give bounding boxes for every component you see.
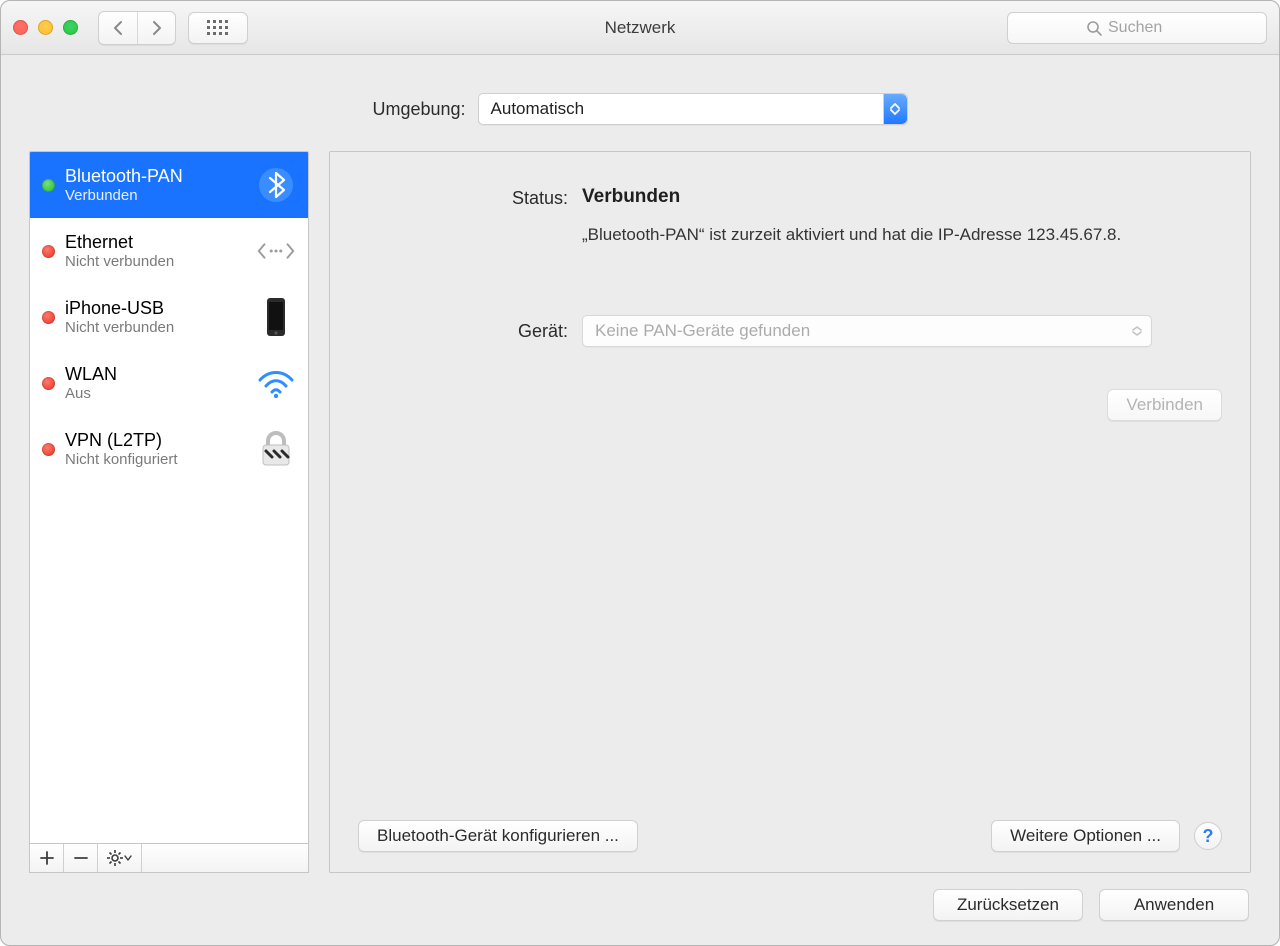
content-area: Umgebung: Automatisch Bluetooth-PAN V [1, 55, 1279, 945]
sidebar-item-text: iPhone-USB Nicht verbunden [65, 298, 244, 337]
minimize-button[interactable] [38, 20, 53, 35]
sidebar-item-ethernet[interactable]: Ethernet Nicht verbunden [30, 218, 308, 284]
help-button[interactable]: ? [1194, 822, 1222, 850]
sidebar-item-text: Ethernet Nicht verbunden [65, 232, 244, 271]
service-list: Bluetooth-PAN Verbunden [29, 151, 309, 843]
connect-row: Verbinden [358, 389, 1222, 421]
status-row: Status: Verbunden „Bluetooth-PAN“ ist zu… [358, 186, 1222, 247]
select-stepper-icon [1129, 316, 1145, 346]
titlebar: Netzwerk [1, 1, 1279, 55]
sidebar-footer [29, 843, 309, 873]
action-menu-button[interactable] [98, 844, 142, 872]
sidebar-item-vpn[interactable]: VPN (L2TP) Nicht konfiguriert [30, 416, 308, 482]
environment-select[interactable]: Automatisch [478, 93, 908, 125]
bluetooth-icon [254, 163, 298, 207]
status-dot-icon [42, 179, 55, 192]
sidebar-item-status: Aus [65, 385, 244, 403]
search-field[interactable] [1007, 12, 1267, 44]
sidebar-item-name: WLAN [65, 364, 244, 385]
sidebar-item-name: iPhone-USB [65, 298, 244, 319]
panes: Bluetooth-PAN Verbunden [29, 151, 1251, 873]
device-value: Keine PAN-Geräte gefunden [595, 321, 810, 341]
revert-button[interactable]: Zurücksetzen [933, 889, 1083, 921]
sidebar-item-name: Bluetooth-PAN [65, 166, 244, 187]
ethernet-icon [254, 229, 298, 273]
select-stepper-icon [883, 94, 907, 124]
close-button[interactable] [13, 20, 28, 35]
search-input[interactable] [1108, 19, 1188, 37]
sidebar-item-bluetooth-pan[interactable]: Bluetooth-PAN Verbunden [30, 152, 308, 218]
wifi-icon [254, 361, 298, 405]
sidebar-footer-spacer [142, 844, 308, 872]
sidebar-item-status: Nicht verbunden [65, 253, 244, 271]
device-row: Gerät: Keine PAN-Geräte gefunden [358, 315, 1222, 347]
add-service-button[interactable] [30, 844, 64, 872]
sidebar-item-status: Nicht verbunden [65, 319, 244, 337]
sidebar-item-status: Nicht konfiguriert [65, 451, 244, 469]
forward-button[interactable] [137, 12, 175, 44]
status-dot-icon [42, 245, 55, 258]
environment-label: Umgebung: [372, 99, 465, 120]
detail-panel: Status: Verbunden „Bluetooth-PAN“ ist zu… [329, 151, 1251, 873]
sidebar-item-name: VPN (L2TP) [65, 430, 244, 451]
help-icon: ? [1203, 826, 1214, 847]
sidebar-item-name: Ethernet [65, 232, 244, 253]
remove-service-button[interactable] [64, 844, 98, 872]
sidebar-item-text: WLAN Aus [65, 364, 244, 403]
status-dot-icon [42, 443, 55, 456]
minus-icon [74, 851, 88, 865]
device-label: Gerät: [358, 319, 568, 342]
status-description: „Bluetooth-PAN“ ist zurzeit aktiviert un… [582, 224, 1142, 247]
phone-icon [254, 295, 298, 339]
apply-button[interactable]: Anwenden [1099, 889, 1249, 921]
show-all-button[interactable] [188, 12, 248, 44]
configure-bluetooth-button[interactable]: Bluetooth-Gerät konfigurieren ... [358, 820, 638, 852]
environment-row: Umgebung: Automatisch [29, 93, 1251, 125]
sidebar-item-text: VPN (L2TP) Nicht konfiguriert [65, 430, 244, 469]
status-label: Status: [358, 186, 568, 247]
status-dot-icon [42, 377, 55, 390]
search-icon [1086, 20, 1102, 36]
status-dot-icon [42, 311, 55, 324]
grid-icon [207, 20, 229, 36]
plus-icon [40, 851, 54, 865]
gear-icon [107, 850, 123, 866]
chevron-right-icon [151, 20, 163, 36]
window-controls [13, 20, 86, 35]
sidebar-column: Bluetooth-PAN Verbunden [29, 151, 309, 873]
status-value: Verbunden [582, 186, 1222, 208]
chevron-left-icon [112, 20, 124, 36]
lock-icon [254, 427, 298, 471]
back-button[interactable] [99, 12, 137, 44]
chevron-down-icon [124, 855, 132, 861]
device-select[interactable]: Keine PAN-Geräte gefunden [582, 315, 1152, 347]
window-footer-buttons: Zurücksetzen Anwenden [29, 873, 1251, 925]
zoom-button[interactable] [63, 20, 78, 35]
sidebar-item-status: Verbunden [65, 187, 244, 205]
sidebar-item-text: Bluetooth-PAN Verbunden [65, 166, 244, 205]
sidebar-item-iphone-usb[interactable]: iPhone-USB Nicht verbunden [30, 284, 308, 350]
connect-button[interactable]: Verbinden [1107, 389, 1222, 421]
sidebar-item-wlan[interactable]: WLAN Aus [30, 350, 308, 416]
environment-value: Automatisch [491, 99, 585, 119]
detail-footer: Bluetooth-Gerät konfigurieren ... Weiter… [358, 810, 1222, 852]
nav-back-forward [98, 11, 176, 45]
network-prefs-window: Netzwerk Umgebung: Automatisch [0, 0, 1280, 946]
advanced-options-button[interactable]: Weitere Optionen ... [991, 820, 1180, 852]
